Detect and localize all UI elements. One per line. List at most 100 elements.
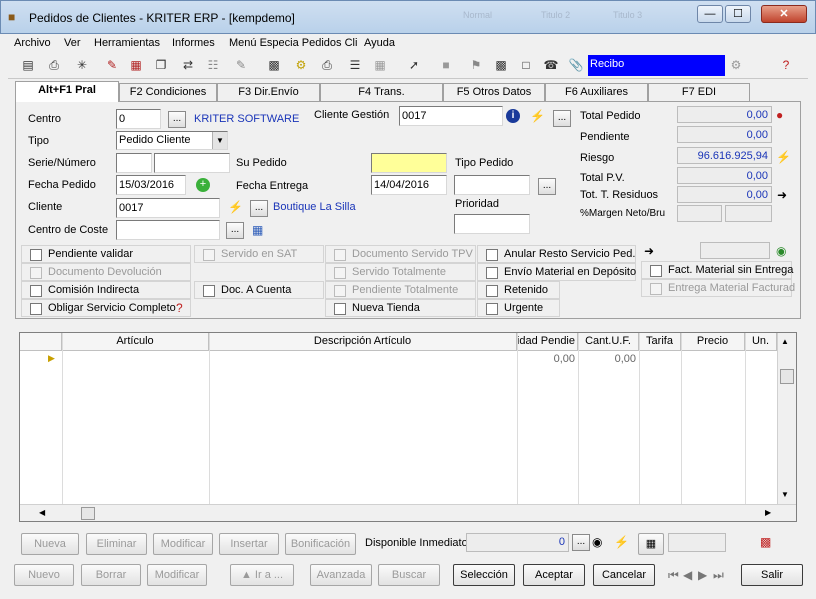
lines-grid[interactable]: Artículo Descripción Artículo Cantidad P… [19, 332, 797, 522]
grid-header-un[interactable]: Un. [745, 333, 777, 351]
help-icon[interactable]: ? [176, 301, 183, 315]
edit-icon[interactable]: ✎ [233, 57, 249, 73]
buscar-button[interactable]: Buscar [378, 564, 440, 586]
calculator-icon[interactable]: ▦ [128, 57, 144, 73]
insertar-line-button[interactable]: Insertar [219, 533, 279, 555]
numero-input[interactable] [154, 153, 230, 173]
print-icon[interactable]: ⎙ [46, 57, 62, 73]
flow-icon[interactable]: ⚙ [293, 57, 309, 73]
anular-resto-checkbox[interactable]: Anular Resto Servicio Ped. [477, 245, 636, 263]
fact-material-checkbox[interactable]: Fact. Material sin Entrega [641, 261, 793, 279]
lightning-icon[interactable]: ⚡ [530, 109, 545, 123]
scroll-thumb[interactable] [780, 369, 794, 384]
first-record-icon[interactable]: ⏮ [668, 568, 679, 582]
retenido-checkbox[interactable]: Retenido [477, 281, 560, 299]
grid-cell-cant-uf[interactable]: 0,00 [578, 352, 639, 367]
traffic-light-icon[interactable]: ● [776, 108, 783, 122]
tipo-select[interactable]: Pedido Cliente ▼ [116, 131, 228, 150]
disponible-lookup-button[interactable]: ... [572, 534, 590, 551]
info-icon[interactable]: i [506, 109, 520, 123]
next-record-icon[interactable]: ▶ [698, 568, 707, 582]
list-icon[interactable]: ☰ [347, 57, 363, 73]
grid-header-articulo[interactable]: Artículo [62, 333, 209, 351]
ir-a-button[interactable]: ▲ Ir a ... [230, 564, 294, 586]
lightning-icon[interactable]: ⚡ [228, 200, 243, 214]
urgente-checkbox[interactable]: Urgente [477, 299, 560, 317]
doc-a-cuenta-checkbox[interactable]: Doc. A Cuenta [194, 281, 324, 299]
borrar-button[interactable]: Borrar [81, 564, 141, 586]
su-pedido-input[interactable] [371, 153, 447, 173]
fecha-pedido-input[interactable]: 15/03/2016 [116, 175, 186, 195]
fecha-entrega-input[interactable]: 14/04/2016 [371, 175, 447, 195]
lightning-icon[interactable]: ⚡ [776, 150, 791, 164]
pendiente-totalmente-checkbox[interactable]: Pendiente Totalmente [325, 281, 476, 299]
entrega-material-checkbox[interactable]: Entrega Material Facturad [641, 279, 795, 297]
grid-cell-cantidad[interactable]: 0,00 [517, 352, 578, 367]
seleccion-button[interactable]: Selección [453, 564, 515, 586]
lightning-icon[interactable]: ⚡ [614, 535, 629, 549]
centro-coste-input[interactable] [116, 220, 220, 240]
centro-input[interactable]: 0 [116, 109, 161, 129]
grid-header-cantidad[interactable]: Cantidad Pendie [517, 333, 578, 351]
grid-header-cant-uf[interactable]: Cant.U.F. [578, 333, 639, 351]
preview-icon[interactable]: ▤ [20, 57, 36, 73]
servido-totalmente-checkbox[interactable]: Servido Totalmente [325, 263, 476, 281]
menu-especial[interactable]: Menú Especia Pedidos Cli [229, 37, 357, 49]
document-icon[interactable]: □ [518, 57, 534, 73]
help-icon[interactable]: ? [778, 57, 794, 73]
previous-record-icon[interactable]: ◀ [683, 568, 692, 582]
arrow-right-icon[interactable]: ➜ [777, 188, 787, 202]
add-icon[interactable]: + [196, 178, 210, 192]
paperclip-icon[interactable]: 📎 [568, 57, 584, 73]
nueva-line-button[interactable]: Nueva [21, 533, 79, 555]
pin-icon[interactable]: ➚ [406, 57, 422, 73]
comision-indirecta-checkbox[interactable]: Comisión Indirecta [21, 281, 191, 299]
flag-icon[interactable]: ⚑ [468, 57, 484, 73]
salir-button[interactable]: Salir [741, 564, 803, 586]
grid-header-precio[interactable]: Precio [681, 333, 745, 351]
recibo-field[interactable]: Recibo [588, 55, 725, 76]
tipo-pedido-lookup-button[interactable]: ... [538, 178, 556, 195]
bonificacion-button[interactable]: Bonificación [285, 533, 356, 555]
tipo-pedido-input[interactable] [454, 175, 530, 195]
copy-icon[interactable]: ❐ [153, 57, 169, 73]
printer-icon[interactable]: ⎙ [319, 57, 335, 73]
obligar-servicio-checkbox[interactable]: Obligar Servicio Completo [21, 299, 191, 317]
cliente-lookup-button[interactable]: ... [250, 200, 268, 217]
board-icon[interactable]: ▩ [266, 57, 282, 73]
scroll-up-icon[interactable]: ▲ [781, 337, 789, 346]
last-record-icon[interactable]: ⏭ [713, 568, 724, 582]
cliente-gestion-input[interactable]: 0017 [399, 106, 503, 126]
close-button[interactable]: ✕ [761, 5, 807, 23]
grid-view-button[interactable]: ▦ [638, 533, 664, 555]
tab-condiciones[interactable]: F2 Condiciones [119, 83, 217, 101]
scroll-thumb-h[interactable] [81, 507, 95, 520]
cliente-gestion-lookup-button[interactable]: ... [553, 110, 571, 127]
tab-edi[interactable]: F7 EDI [648, 83, 750, 101]
modificar-line-button[interactable]: Modificar [153, 533, 213, 555]
menu-herramientas[interactable]: Herramientas [94, 37, 160, 49]
cancelar-button[interactable]: Cancelar [593, 564, 655, 586]
sparkle-icon[interactable]: ✳ [74, 57, 90, 73]
phone-icon[interactable]: ☎ [543, 57, 559, 73]
scroll-left-icon[interactable]: ◀ [39, 508, 45, 517]
serie-input[interactable] [116, 153, 152, 173]
tab-otros-datos[interactable]: F5 Otros Datos [443, 83, 545, 101]
horizontal-scrollbar[interactable]: ◀ ▶ [20, 504, 796, 521]
chevron-down-icon[interactable]: ▼ [212, 132, 227, 149]
menu-ayuda[interactable]: Ayuda [364, 37, 395, 49]
maximize-button[interactable]: ☐ [725, 5, 751, 23]
table-icon[interactable]: ▦ [372, 57, 388, 73]
tool-icon[interactable]: ✎ [104, 57, 120, 73]
money-bag-icon[interactable]: ◉ [776, 244, 786, 258]
documento-devolucion-checkbox[interactable]: Documento Devolución [21, 263, 191, 281]
binoculars-icon[interactable]: ◉ [592, 535, 602, 549]
aceptar-button[interactable]: Aceptar [523, 564, 585, 586]
eliminar-line-button[interactable]: Eliminar [86, 533, 147, 555]
prioridad-input[interactable] [454, 214, 530, 234]
transfer-icon[interactable]: ⇄ [180, 57, 196, 73]
avanzada-button[interactable]: Avanzada [310, 564, 372, 586]
modificar-button[interactable]: Modificar [147, 564, 207, 586]
arrow-right-icon[interactable]: ➜ [644, 244, 654, 258]
grid-header-tarifa[interactable]: Tarifa [639, 333, 681, 351]
